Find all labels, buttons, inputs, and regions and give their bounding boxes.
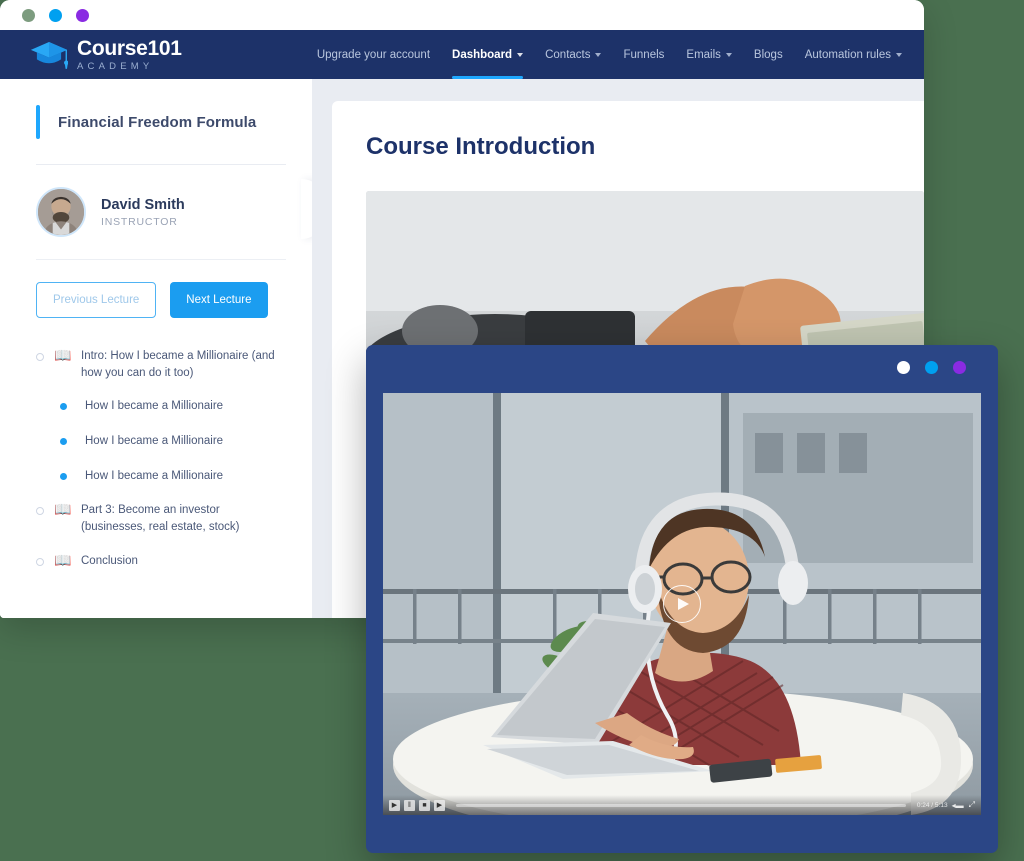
lecture-nav-buttons: Previous Lecture Next Lecture — [36, 282, 286, 318]
status-circle-icon — [36, 507, 44, 516]
lecture-label: How I became a Millionaire — [85, 435, 224, 448]
list-item[interactable]: How I became a Millionaire — [36, 398, 286, 415]
nav-item-emails[interactable]: Emails — [686, 30, 732, 79]
status-circle-icon — [36, 557, 44, 566]
video-screen[interactable]: ▶ ‖ ■ ▶ 0:24 / 5:13 ◂▬ ⤢ — [383, 393, 981, 815]
nav-item-label: Blogs — [753, 48, 783, 61]
video-player-window: ▶ ‖ ■ ▶ 0:24 / 5:13 ◂▬ ⤢ — [366, 345, 998, 853]
pause-icon[interactable]: ‖ — [404, 799, 415, 811]
fullscreen-icon[interactable]: ⤢ — [969, 800, 975, 810]
avatar — [36, 187, 86, 237]
video-window-dot-purple[interactable] — [953, 361, 966, 374]
chevron-down-icon — [595, 52, 602, 57]
chevron-down-icon — [517, 52, 524, 57]
nav-item-label: Emails — [686, 48, 721, 61]
list-item[interactable]: 📖 Intro: How I became a Millionaire (and… — [36, 347, 286, 381]
book-icon: 📖 — [54, 501, 72, 518]
list-item[interactable]: How I became a Millionaire — [36, 468, 286, 485]
video-controls: ▶ ‖ ■ ▶ 0:24 / 5:13 ◂▬ ⤢ — [383, 795, 981, 815]
lecture-label: Intro: How I became a Millionaire (and h… — [81, 350, 275, 379]
bullet-icon — [60, 472, 67, 480]
next-lecture-button[interactable]: Next Lecture — [170, 282, 268, 318]
nav-links: Upgrade your account Dashboard Contacts … — [317, 30, 902, 79]
previous-lecture-button[interactable]: Previous Lecture — [36, 282, 157, 318]
list-item[interactable]: 📖 Part 3: Become an investor (businesses… — [36, 501, 286, 535]
page-title: Financial Freedom Formula — [58, 113, 257, 131]
play-icon[interactable]: ▶ — [389, 799, 400, 811]
video-window-titlebar — [366, 345, 998, 390]
bullet-icon — [60, 437, 67, 445]
instructor-block: David Smith INSTRUCTOR — [36, 187, 286, 237]
graduation-cap-icon — [30, 40, 68, 70]
brand-logo[interactable]: Course101 ACADEMY — [30, 38, 182, 72]
video-window-dot-white[interactable] — [897, 361, 910, 374]
course-title-row: Financial Freedom Formula — [36, 105, 286, 139]
nav-item-dashboard[interactable]: Dashboard — [452, 30, 524, 79]
instructor-name: David Smith — [101, 196, 185, 213]
window-dot-green[interactable] — [22, 8, 35, 22]
book-icon: 📖 — [54, 347, 72, 363]
list-item[interactable]: How I became a Millionaire — [36, 433, 286, 450]
nav-item-funnels[interactable]: Funnels — [623, 30, 664, 79]
nav-item-label: Upgrade your account — [316, 48, 431, 61]
window-dot-purple[interactable] — [76, 8, 89, 22]
time-display: 0:24 / 5:13 — [916, 801, 948, 809]
section-heading: Course Introduction — [366, 133, 596, 160]
nav-item-contacts[interactable]: Contacts — [545, 30, 602, 79]
nav-item-upgrade[interactable]: Upgrade your account — [317, 30, 430, 79]
logo-subtitle: ACADEMY — [77, 60, 154, 72]
volume-icon[interactable]: ◂▬ — [952, 801, 964, 810]
nav-item-label: Dashboard — [452, 48, 513, 61]
nav-item-automation-rules[interactable]: Automation rules — [805, 30, 902, 79]
chevron-down-icon — [896, 52, 902, 57]
bullet-icon — [60, 403, 67, 411]
book-icon: 📖 — [54, 551, 72, 568]
lecture-label: Conclusion — [81, 554, 138, 567]
divider — [36, 164, 286, 165]
window-dot-blue[interactable] — [49, 8, 62, 22]
divider — [36, 259, 286, 260]
list-item[interactable]: 📖 Conclusion — [36, 551, 286, 570]
lecture-list: 📖 Intro: How I became a Millionaire (and… — [36, 347, 286, 570]
nav-item-label: Funnels — [623, 48, 665, 61]
logo-name: Course101 — [77, 36, 182, 60]
next-icon[interactable]: ▶ — [434, 799, 445, 811]
lecture-label: How I became a Millionaire — [85, 469, 224, 482]
top-navigation-bar: Course101 ACADEMY Upgrade your account D… — [0, 30, 924, 79]
stop-icon[interactable]: ■ — [419, 799, 430, 811]
nav-item-label: Contacts — [545, 48, 591, 61]
status-circle-icon — [36, 353, 44, 361]
seek-bar[interactable] — [456, 803, 906, 807]
course-sidebar: Financial Freedom Formula David Smith IN… — [0, 79, 327, 618]
screenshot-stage: Course101 ACADEMY Upgrade your account D… — [0, 0, 1024, 861]
lecture-label: Part 3: Become an investor (businesses, … — [81, 504, 240, 534]
chevron-down-icon — [725, 52, 732, 57]
window-titlebar — [0, 0, 924, 30]
nav-item-blogs[interactable]: Blogs — [754, 30, 783, 79]
video-window-dot-blue[interactable] — [925, 361, 938, 374]
lecture-label: How I became a Millionaire — [85, 400, 224, 413]
play-button[interactable] — [663, 585, 701, 623]
instructor-role: INSTRUCTOR — [101, 215, 178, 228]
title-accent-bar — [36, 105, 40, 139]
nav-item-label: Automation rules — [804, 48, 891, 61]
